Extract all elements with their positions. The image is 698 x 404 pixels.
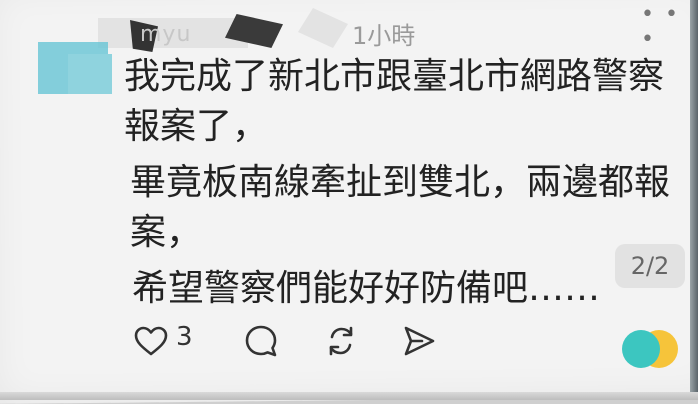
comment-icon[interactable] bbox=[244, 324, 278, 362]
teal-circle bbox=[622, 330, 660, 368]
censor-mosaic bbox=[68, 54, 112, 94]
post-line: 畢竟板南線牽扯到雙北，兩邊都報 bbox=[130, 162, 671, 203]
post-line: 希望警察們能好好防備吧…… bbox=[132, 268, 601, 309]
screen-bezel bbox=[690, 0, 698, 400]
repost-icon[interactable] bbox=[324, 324, 358, 362]
post-line: 我完成了新北市跟臺北市網路警察 bbox=[124, 56, 665, 97]
app-badge bbox=[622, 330, 678, 372]
send-icon[interactable] bbox=[402, 324, 436, 362]
screen-bezel bbox=[0, 392, 698, 400]
post-timestamp: 1小時 bbox=[352, 22, 416, 50]
heart-icon[interactable] bbox=[134, 326, 168, 360]
page-indicator: 2/2 bbox=[615, 244, 685, 288]
username[interactable]: myu bbox=[140, 22, 191, 47]
post-body: 我完成了新北市跟臺北市網路警察 報案了， 畢竟板南線牽扯到雙北，兩邊都報 案， … bbox=[120, 52, 680, 314]
post-line: 案， bbox=[130, 212, 203, 253]
like-count: 3 bbox=[176, 322, 193, 352]
post-line: 報案了， bbox=[124, 106, 269, 147]
